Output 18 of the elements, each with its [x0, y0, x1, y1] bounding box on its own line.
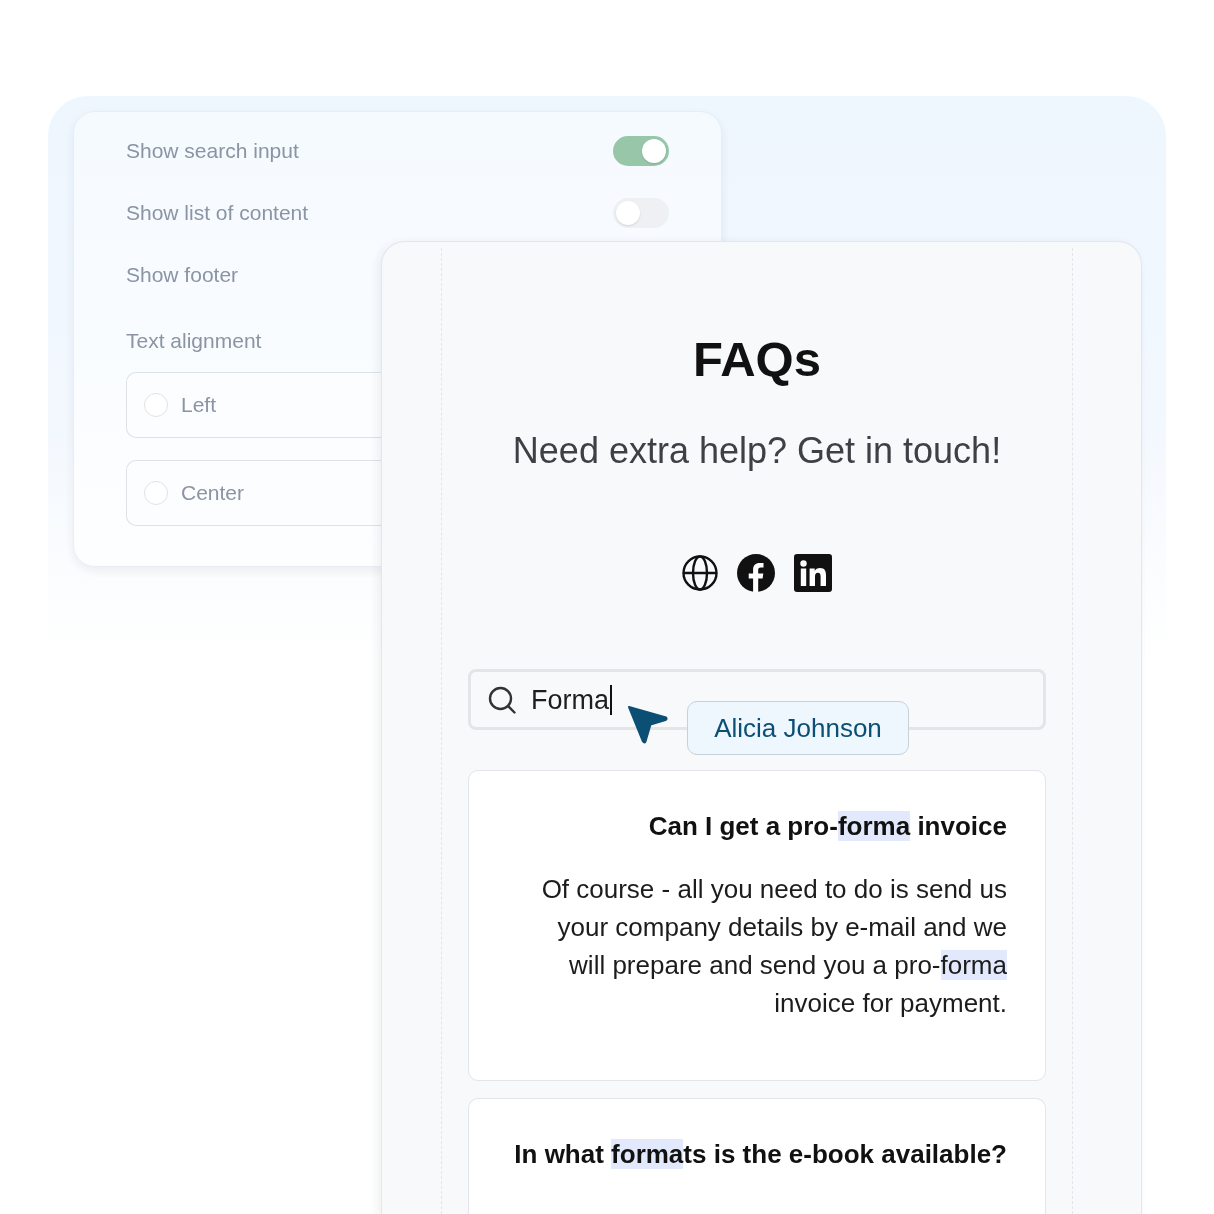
linkedin-icon[interactable]	[794, 554, 832, 592]
faq-subtitle: Need extra help? Get in touch!	[512, 429, 1002, 473]
setting-label: Show footer	[126, 262, 239, 288]
globe-icon[interactable]	[682, 555, 718, 591]
facebook-icon[interactable]	[737, 554, 775, 592]
setting-label: Show search input	[126, 138, 299, 164]
setting-label: Show list of content	[126, 200, 309, 226]
toggle-switch[interactable]	[613, 136, 669, 166]
toggle-switch[interactable]	[613, 198, 669, 228]
search-icon	[488, 685, 516, 714]
faq-question[interactable]: Can I get a pro-forma invoice	[648, 809, 1007, 843]
section-label: Text alignment	[126, 328, 262, 354]
faq-answer: Of course - all you need to do is send us your company details by e-mail and we will prepare and send you a pro-forma invoice for payment.	[540, 873, 1007, 1020]
faq-title: FAQs	[693, 331, 821, 388]
faq-question[interactable]: In what formats is the e-book available?	[514, 1137, 1007, 1171]
pointer-cursor-icon	[626, 704, 668, 746]
collaborator-name-tag: Alicia Johnson	[687, 701, 909, 755]
text-cursor-icon	[610, 684, 612, 715]
